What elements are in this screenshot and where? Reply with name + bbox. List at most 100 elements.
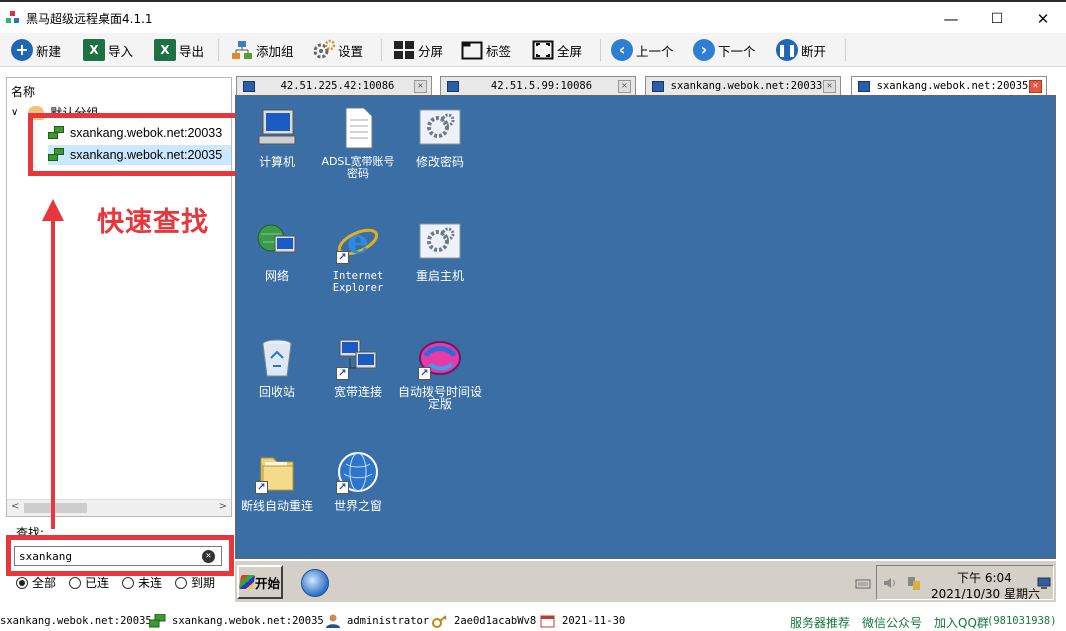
toolbar: + 新建 X 导入 X 导出 添加组 设置 分屏 标签 全屏 ‹ 上一个 › 下… xyxy=(0,33,1066,67)
keyboard-icon[interactable] xyxy=(855,576,871,590)
shortcut-arrow-icon: ↗ xyxy=(336,481,349,494)
tab-session-3[interactable]: sxankang.webok.net:20033 ✕ xyxy=(645,76,841,95)
filter-radio-all[interactable]: 全部 xyxy=(16,574,56,591)
window-title: 黑马超级远程桌面4.1.1 xyxy=(26,12,153,26)
desktop-icon-restart-host[interactable]: 重启主机 xyxy=(398,220,482,282)
network-connection-icon: ↗ xyxy=(336,336,380,380)
status-password: 2ae0d1acabWv8 xyxy=(454,615,537,627)
status-bar: sxankang.webok.net:20035 sxankang.webok.… xyxy=(0,611,1066,631)
desktop-icon-auto-dial[interactable]: ↗ 自动拨号时间设定版 xyxy=(398,336,482,410)
monitor-icon xyxy=(652,80,664,92)
tab-session-2[interactable]: 42.51.5.99:10086 ✕ xyxy=(440,76,636,95)
radio-dot[interactable] xyxy=(16,576,28,589)
text-document-icon xyxy=(336,106,380,150)
desktop-icon-recycle-bin[interactable]: 回收站 xyxy=(235,336,319,398)
new-button[interactable]: + 新建 xyxy=(11,37,61,63)
radio-dot[interactable] xyxy=(175,576,187,589)
quick-launch-browser-icon[interactable] xyxy=(301,569,329,597)
filter-radio-expired[interactable]: 到期 xyxy=(175,574,215,591)
add-group-button[interactable]: 添加组 xyxy=(231,37,294,63)
title-bar: 黑马超级远程桌面4.1.1 — ☐ ✕ xyxy=(0,0,1066,33)
toolbar-divider xyxy=(600,39,601,61)
monitor-icon xyxy=(243,80,255,92)
desktop-icon-internet-explorer[interactable]: e ↗ Internet Explorer xyxy=(316,220,400,294)
toolbar-divider xyxy=(845,39,846,61)
system-tray: 下午 6:04 2021/10/30 星期六 xyxy=(855,565,1054,602)
filter-radio-connected[interactable]: 已连 xyxy=(69,574,109,591)
annotation-arrow-icon xyxy=(42,199,64,529)
toolbar-divider xyxy=(218,39,219,61)
tree-column-header: 名称 xyxy=(11,85,36,99)
split-screen-button[interactable]: 分屏 xyxy=(393,37,443,63)
desktop-icon-adsl-password[interactable]: ADSL宽带账号密码 xyxy=(316,106,400,180)
remote-taskbar: 开始 下午 6:04 2021/10/30 星期六 xyxy=(235,559,1056,602)
start-button[interactable]: 开始 xyxy=(237,565,283,599)
qq-group-number[interactable]: (981031938) xyxy=(987,615,1057,627)
arrow-right-icon: › xyxy=(693,39,715,61)
maximize-button[interactable]: ☐ xyxy=(974,4,1020,34)
network-status-icon[interactable] xyxy=(907,576,921,590)
radio-dot[interactable] xyxy=(122,576,134,589)
app-logo-icon xyxy=(6,11,20,25)
link-server-recommend[interactable]: 服务器推荐 xyxy=(790,614,850,631)
calendar-icon xyxy=(540,614,556,631)
clock-time[interactable]: 下午 6:04 xyxy=(957,569,1012,586)
radio-dot[interactable] xyxy=(69,576,81,589)
user-icon xyxy=(325,614,341,631)
link-join-qq-group[interactable]: 加入QQ群 xyxy=(934,614,989,631)
monitor-icon[interactable] xyxy=(1037,576,1051,590)
next-button[interactable]: › 下一个 xyxy=(693,37,756,63)
browser-globe-icon: ↗ xyxy=(336,450,380,494)
remote-host-icon xyxy=(148,613,167,631)
annotation-box-tree xyxy=(28,113,246,176)
status-user: administrator xyxy=(347,615,430,627)
import-button[interactable]: X 导入 xyxy=(83,37,133,63)
export-button[interactable]: X 导出 xyxy=(154,37,204,63)
scroll-right-icon[interactable]: > xyxy=(219,501,227,512)
fullscreen-button[interactable]: 全屏 xyxy=(532,37,582,63)
link-wechat-account[interactable]: 微信公众号 xyxy=(862,614,922,631)
windows-logo-icon xyxy=(238,575,256,589)
annotation-box-search xyxy=(6,535,234,576)
disconnect-button[interactable]: ❚❚ 断开 xyxy=(776,37,826,63)
desktop-icon-broadband[interactable]: ↗ 宽带连接 xyxy=(316,336,400,398)
remote-desktop-view[interactable]: 计算机 网络 回收站 ↗ 断线自动重连 ADSL宽带账号密码 e ↗ Inter… xyxy=(235,95,1056,559)
desktop-icon-change-password[interactable]: 修改密码 xyxy=(398,106,482,168)
scroll-left-icon[interactable]: < xyxy=(11,501,19,512)
tab-close-icon[interactable]: ✕ xyxy=(1029,79,1042,93)
clock-date[interactable]: 2021/10/30 星期六 xyxy=(931,585,1040,602)
minimize-button[interactable]: — xyxy=(928,4,974,34)
status-current-host: sxankang.webok.net:20035 xyxy=(0,615,152,627)
tab-session-4[interactable]: sxankang.webok.net:20035 ✕ xyxy=(851,76,1047,95)
session-tab-bar: 42.51.225.42:10086 ✕ 42.51.5.99:10086 ✕ … xyxy=(233,76,1059,95)
internet-explorer-icon: e ↗ xyxy=(336,220,380,264)
network-icon xyxy=(255,220,299,264)
settings-window-icon xyxy=(418,106,462,150)
group-tree-icon xyxy=(231,39,253,61)
tab-close-icon[interactable]: ✕ xyxy=(414,79,427,93)
shortcut-arrow-icon: ↗ xyxy=(255,481,268,494)
settings-window-icon xyxy=(418,220,462,264)
folder-icon: ↗ xyxy=(255,450,299,494)
key-icon xyxy=(432,614,448,631)
computer-icon xyxy=(255,106,299,150)
desktop-icon-theworld[interactable]: ↗ 世界之窗 xyxy=(316,450,400,512)
monitor-icon xyxy=(858,80,870,92)
shortcut-arrow-icon: ↗ xyxy=(336,251,349,264)
desktop-icon-auto-reconnect[interactable]: ↗ 断线自动重连 xyxy=(235,450,319,512)
desktop-icon-network[interactable]: 网络 xyxy=(235,220,319,282)
arrow-left-icon: ‹ xyxy=(611,39,633,61)
tab-session-1[interactable]: 42.51.225.42:10086 ✕ xyxy=(236,76,432,95)
tab-close-icon[interactable]: ✕ xyxy=(618,79,631,93)
excel-icon: X xyxy=(83,39,105,61)
previous-button[interactable]: ‹ 上一个 xyxy=(611,37,674,63)
close-button[interactable]: ✕ xyxy=(1020,4,1066,34)
chevron-down-icon[interactable]: ∨ xyxy=(11,107,18,118)
tab-close-icon[interactable]: ✕ xyxy=(823,79,836,93)
desktop-icon-computer[interactable]: 计算机 xyxy=(235,106,319,168)
filter-radio-disconnected[interactable]: 未连 xyxy=(122,574,162,591)
tag-button[interactable]: 标签 xyxy=(461,37,511,63)
volume-icon[interactable] xyxy=(883,576,897,590)
settings-button[interactable]: 设置 xyxy=(313,37,363,63)
monitor-icon xyxy=(447,80,459,92)
